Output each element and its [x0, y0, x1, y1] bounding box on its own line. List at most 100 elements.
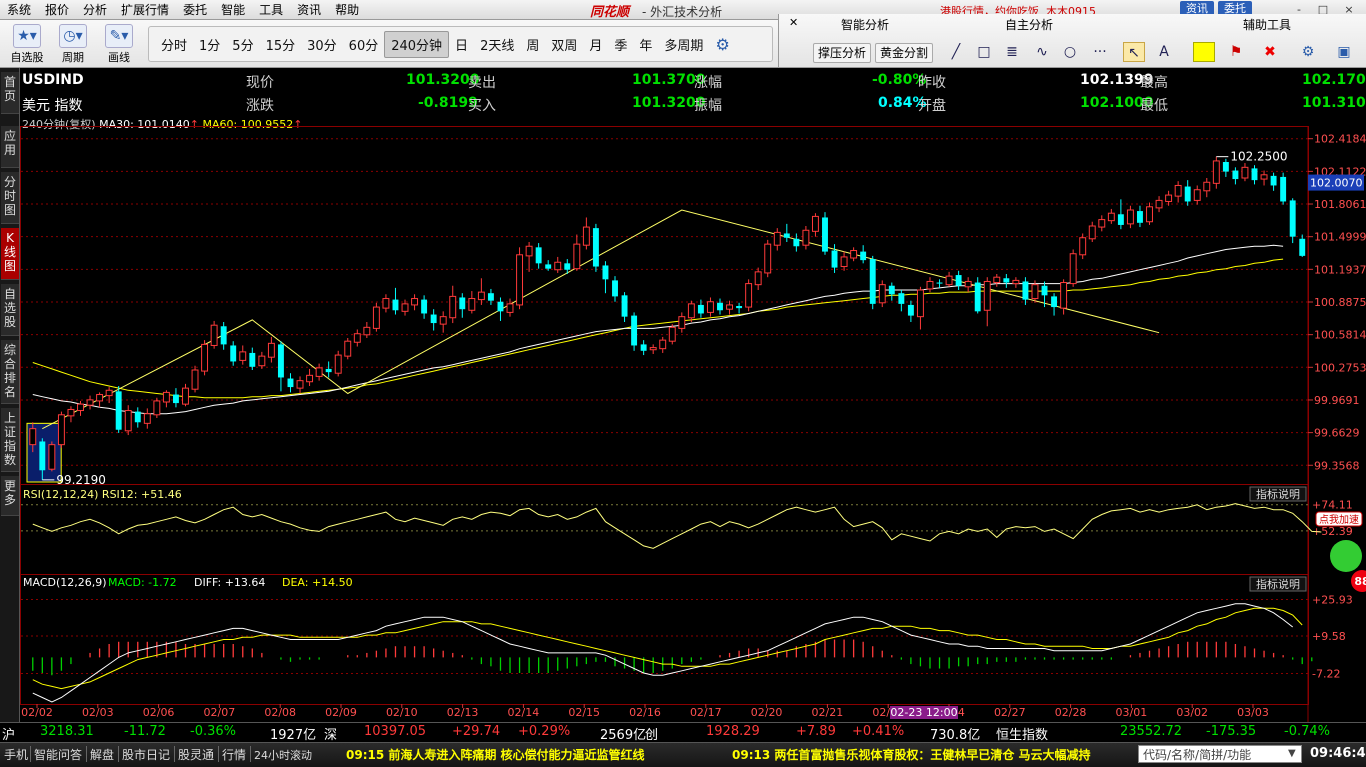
sidetab-kline-label: K线图 — [3, 231, 16, 273]
golden-section-button[interactable]: 黄金分割 — [875, 43, 934, 63]
period-month[interactable]: 月 — [583, 32, 608, 57]
period-week[interactable]: 周 — [520, 32, 545, 57]
period-button[interactable]: ◷▾ 周期 — [52, 24, 94, 65]
sidetab-watchlist[interactable]: 自选股 — [1, 284, 19, 336]
date-tick-label: 02/28 — [1055, 706, 1087, 719]
tab-24h[interactable]: 24小时滚动 — [254, 747, 312, 763]
sz-index[interactable]: 10397.05 — [364, 724, 426, 739]
menu-trade[interactable]: 委托 — [176, 0, 214, 20]
sidetab-home[interactable]: 首页 — [1, 72, 19, 114]
tab-quotes[interactable]: 行情 — [222, 746, 246, 763]
symbol-name: 美元 指数 — [22, 98, 83, 114]
period-15m[interactable]: 15分 — [260, 32, 302, 57]
panel-close-icon[interactable]: ✕ — [789, 16, 798, 29]
fib-tool-icon[interactable]: ≣ — [1001, 42, 1023, 62]
period-240m[interactable]: 240分钟 — [384, 30, 450, 58]
self-analysis-header[interactable]: 自主分析 — [1005, 16, 1053, 33]
date-tick-label: 03/01 — [1116, 706, 1148, 719]
menu-system[interactable]: 系统 — [0, 0, 38, 20]
period-30m[interactable]: 30分 — [301, 32, 343, 57]
pencil-icon: ✎▾ — [105, 24, 133, 48]
kline-chart[interactable]: 102.4184102.1122101.8061101.4999101.1937… — [20, 126, 1366, 722]
support-resistance-button[interactable]: 撑压分析 — [813, 43, 872, 63]
macd-tick-label: +9.58 — [1312, 630, 1346, 643]
aux-tools-header[interactable]: 辅助工具 — [1243, 16, 1291, 33]
date-tick-label: 02/06 — [143, 706, 175, 719]
menu-help[interactable]: 帮助 — [328, 0, 366, 20]
circle-tool-icon[interactable]: ○ — [1059, 42, 1081, 62]
menu-tools[interactable]: 工具 — [252, 0, 290, 20]
news-headline-2[interactable]: 09:13 两任首富抛售乐视体育股权：王健林早已清仓 马云大幅减持 — [732, 746, 1091, 763]
more-tool-icon[interactable]: ··· — [1089, 42, 1111, 62]
menu-extended[interactable]: 扩展行情 — [114, 0, 176, 20]
period-5m[interactable]: 5分 — [226, 32, 259, 57]
hs-index[interactable]: 23552.72 — [1120, 724, 1182, 739]
settings-icon[interactable]: ⚙ — [1297, 42, 1319, 62]
ma60-line — [32, 258, 1284, 399]
sidetab-timeshare[interactable]: 分时图 — [1, 172, 19, 224]
text-tool-icon[interactable]: A — [1153, 42, 1175, 62]
candle-body — [1184, 186, 1191, 202]
period-year[interactable]: 年 — [633, 32, 658, 57]
period-1m[interactable]: 1分 — [193, 32, 226, 57]
rsi-indicator-help-button[interactable]: 指标说明 — [1256, 487, 1300, 501]
open-label: 开盘 — [918, 98, 946, 114]
candle-body — [1079, 237, 1087, 256]
sidetab-kline[interactable]: K线图 — [1, 228, 19, 280]
menu-quote[interactable]: 报价 — [38, 0, 76, 20]
save-icon[interactable]: ▣ — [1333, 42, 1355, 62]
sh-label: 沪 — [2, 728, 16, 743]
mark-icon[interactable]: ⚑ — [1225, 42, 1247, 62]
menu-analysis[interactable]: 分析 — [76, 0, 114, 20]
period-day[interactable]: 日 — [449, 32, 474, 57]
period-timeshare[interactable]: 分时 — [155, 32, 193, 57]
sidetab-apps[interactable]: 应用 — [1, 126, 19, 168]
period-multi[interactable]: 多周期 — [658, 32, 709, 57]
news-headline-1[interactable]: 09:15 前海人寿进入阵痛期 核心偿付能力逼近监管红线 — [346, 746, 645, 763]
tab-diary[interactable]: 股市日记 — [122, 746, 170, 763]
candle-body — [668, 326, 676, 342]
tab-smart-qa[interactable]: 智能问答 — [34, 746, 82, 763]
tab-mobile[interactable]: 手机 — [4, 746, 28, 763]
wave-tool-icon[interactable]: ∿ — [1031, 42, 1053, 62]
sz-amount: 2569亿 — [600, 728, 647, 743]
period-2day[interactable]: 2天线 — [474, 32, 520, 57]
macd-indicator-help-button[interactable]: 指标说明 — [1256, 577, 1300, 591]
price-tick-label: 101.8061 — [1314, 198, 1366, 211]
tab-stock-spirit[interactable]: 股灵通 — [178, 746, 214, 763]
price-tick-label: 100.8875 — [1314, 296, 1366, 309]
watchlist-button[interactable]: ★▾ 自选股 — [6, 24, 48, 65]
sidetab-ranking[interactable]: 综合排名 — [1, 340, 19, 404]
rect-tool-icon[interactable]: □ — [973, 42, 995, 62]
period-quarter[interactable]: 季 — [608, 32, 633, 57]
draw-button[interactable]: ✎▾ 画线 — [98, 24, 140, 65]
clock: 09:46:44 — [1310, 746, 1366, 761]
speedup-widget: 点我加速 88 — [1315, 511, 1366, 592]
low-value: 101.3100 — [1302, 95, 1366, 111]
macd-tick-label: -7.22 — [1312, 667, 1340, 680]
candle-body — [822, 217, 828, 252]
search-input[interactable]: 代码/名称/简拼/功能 — [1138, 745, 1302, 763]
smart-analysis-header[interactable]: 智能分析 — [841, 16, 889, 33]
candle-body — [421, 299, 428, 314]
line-tool-icon[interactable]: ╱ — [945, 42, 967, 62]
period-60m[interactable]: 60分 — [343, 32, 385, 57]
color-swatch-icon[interactable] — [1193, 42, 1215, 62]
buy-label: 买入 — [468, 98, 496, 114]
cy-index[interactable]: 1928.29 — [706, 724, 760, 739]
sh-index[interactable]: 3218.31 — [40, 724, 94, 739]
menu-smart[interactable]: 智能 — [214, 0, 252, 20]
sidetab-more[interactable]: 更多 — [1, 476, 19, 516]
date-tick-label: 02/03 — [82, 706, 114, 719]
period-settings-icon[interactable]: ⚙ — [715, 35, 729, 54]
pointer-icon[interactable]: ↖ — [1123, 42, 1145, 62]
candle-body — [1241, 166, 1249, 179]
main-panel-border — [20, 126, 1309, 485]
delete-icon[interactable]: ✖ — [1259, 42, 1281, 62]
period-2week[interactable]: 双周 — [545, 32, 583, 57]
menu-news[interactable]: 资讯 — [290, 0, 328, 20]
search-dropdown-icon[interactable]: ▼ — [1288, 748, 1296, 759]
tab-analysis[interactable]: 解盘 — [90, 746, 114, 763]
sidetab-shindex[interactable]: 上证指数 — [1, 408, 19, 472]
candle-body — [793, 238, 800, 247]
